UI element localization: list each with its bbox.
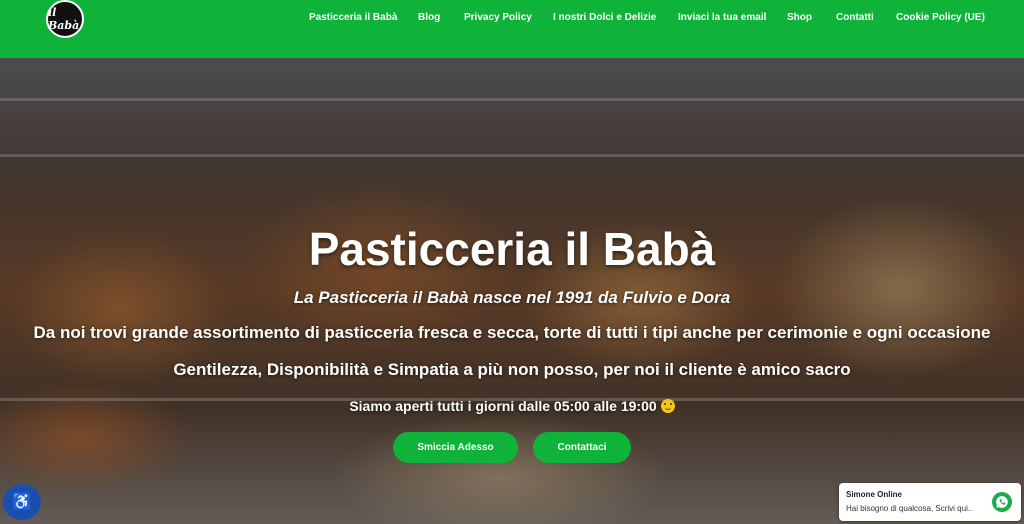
accessibility-button[interactable]: ♿ [3, 484, 41, 520]
main-nav: Pasticceria il Babà Blog Privacy Policy … [0, 12, 1024, 26]
nav-blog[interactable]: Blog [418, 12, 440, 23]
opening-hours: Siamo aperti tutti i giorni dalle 05:00 … [0, 398, 1024, 414]
nav-privacy-policy[interactable]: Privacy Policy [464, 12, 532, 23]
nav-contatti[interactable]: Contatti [836, 12, 874, 23]
contact-button[interactable]: Contattaci [533, 432, 631, 463]
site-header: il Babà Pasticceria il Babà Blog Privacy… [0, 0, 1024, 58]
smile-emoji-icon [660, 399, 675, 413]
shop-now-button[interactable]: Smiccia Adesso [393, 432, 518, 463]
chat-widget[interactable]: Simone Online Hai bisogno di qualcosa, S… [839, 483, 1021, 521]
nav-shop[interactable]: Shop [787, 12, 812, 23]
whatsapp-icon[interactable] [992, 492, 1012, 512]
chat-message: Hai bisogno di qualcosa, Scrivi qui.. [846, 504, 973, 513]
hero-content: Pasticceria il Babà La Pasticceria il Ba… [0, 58, 1024, 524]
nav-inviaci-email[interactable]: Inviaci la tua email [678, 12, 766, 23]
nav-cookie-policy[interactable]: Cookie Policy (UE) [896, 12, 985, 23]
opening-hours-text: Siamo aperti tutti i giorni dalle 05:00 … [349, 398, 657, 414]
hero-description: Da noi trovi grande assortimento di past… [33, 323, 991, 342]
nav-pasticceria[interactable]: Pasticceria il Babà [309, 12, 397, 23]
hero-subtitle: La Pasticceria il Babà nasce nel 1991 da… [293, 288, 731, 307]
chat-agent-name: Simone Online [846, 490, 903, 499]
accessibility-icon: ♿ [12, 494, 32, 511]
hero-values: Gentilezza, Disponibilità e Simpatia a p… [173, 360, 851, 379]
hero-title: Pasticceria il Babà [308, 223, 716, 275]
nav-dolci-delizie[interactable]: I nostri Dolci e Delizie [553, 12, 656, 23]
